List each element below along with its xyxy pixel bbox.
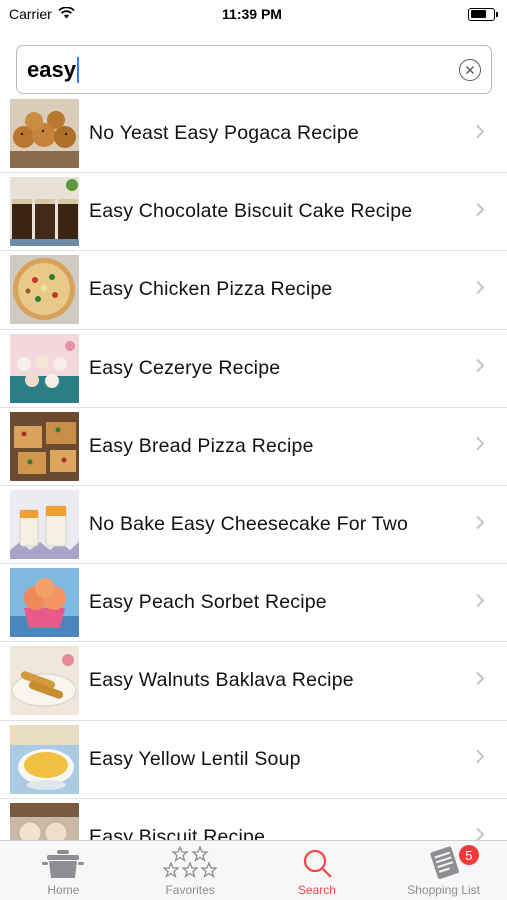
list-item[interactable]: Easy Bread Pizza Recipe [0,408,507,486]
tab-label: Shopping List [407,883,480,897]
clear-search-button[interactable] [459,58,481,81]
chevron-right-icon [475,123,485,144]
results-list: No Yeast Easy Pogaca Recipe Easy Chocola… [0,95,507,840]
notepad-icon [424,844,464,880]
recipe-title: Easy Yellow Lentil Soup [89,747,301,770]
chevron-right-icon [475,279,485,300]
tab-shopping-list[interactable]: 5 Shopping List [380,841,507,900]
status-left: Carrier [9,6,149,22]
recipe-title: No Bake Easy Cheesecake For Two [89,513,409,536]
tab-search[interactable]: Search [254,841,381,900]
stars-icon [163,844,218,880]
chevron-right-icon [475,358,485,379]
search-screen: Carrier 11:39 PM easy No Yeast Easy Poga… [0,0,507,900]
list-item[interactable]: No Yeast Easy Pogaca Recipe [0,95,507,174]
peach-sorbet-photo [10,568,79,638]
chevron-right-icon [475,201,485,222]
chevron-right-icon [475,670,485,691]
baklava-photo [10,646,79,716]
bread-pizza-photo [10,411,79,481]
recipe-title: Easy Biscuit Recipe [89,825,266,840]
status-time: 11:39 PM [222,6,282,22]
tab-label: Favorites [165,883,215,897]
tab-favorites[interactable]: Favorites [127,841,254,900]
chevron-right-icon [475,827,485,840]
cheesecake-photo [10,490,79,560]
biscuit-photo [10,802,79,840]
battery-icon [468,7,498,21]
search-bar: easy [16,45,492,94]
list-item[interactable]: Easy Yellow Lentil Soup [0,721,507,799]
pot-icon [42,844,85,880]
list-item[interactable]: Easy Biscuit Recipe [0,799,507,840]
shopping-list-badge: 5 [458,845,479,865]
wifi-icon [58,6,75,22]
recipe-title: Easy Chocolate Biscuit Cake Recipe [89,200,413,223]
search-input[interactable]: easy [27,57,76,83]
chevron-right-icon [475,514,485,535]
recipe-title: Easy Bread Pizza Recipe [89,434,314,457]
text-caret [76,56,79,83]
battery-fill [470,10,486,18]
recipe-title: Easy Chicken Pizza Recipe [89,278,333,301]
tab-label: Search [297,883,336,897]
list-item[interactable]: Easy Chocolate Biscuit Cake Recipe [0,173,507,252]
list-item[interactable]: Easy Peach Sorbet Recipe [0,564,507,643]
list-item[interactable]: No Bake Easy Cheesecake For Two [0,486,507,565]
recipe-title: Easy Peach Sorbet Recipe [89,591,327,614]
list-item[interactable]: Easy Walnuts Baklava Recipe [0,642,507,721]
list-item[interactable]: Easy Cezerye Recipe [0,330,507,408]
chevron-right-icon [475,436,485,457]
chevron-right-icon [475,749,485,770]
tab-home[interactable]: Home [0,841,127,900]
chicken-pizza-photo [10,255,79,325]
list-item[interactable]: Easy Chicken Pizza Recipe [0,251,507,330]
recipe-title: Easy Walnuts Baklava Recipe [89,669,354,692]
tab-bar: Home Favorites Search 5 Shopping List [0,840,507,900]
clear-circle-icon [466,65,474,74]
pogaca-photo [10,99,79,169]
chocolate-biscuit-cake-photo [10,177,79,247]
recipe-title: No Yeast Easy Pogaca Recipe [89,122,359,145]
chevron-right-icon [475,592,485,613]
lentil-soup-photo [10,724,79,794]
status-right [355,7,498,21]
carrier-label: Carrier [9,6,52,22]
tab-label: Home [47,883,80,897]
status-bar: Carrier 11:39 PM [0,0,507,28]
search-icon [301,844,333,880]
search-field[interactable]: easy [16,45,492,94]
cezerye-photo [10,333,79,403]
recipe-title: Easy Cezerye Recipe [89,356,281,379]
